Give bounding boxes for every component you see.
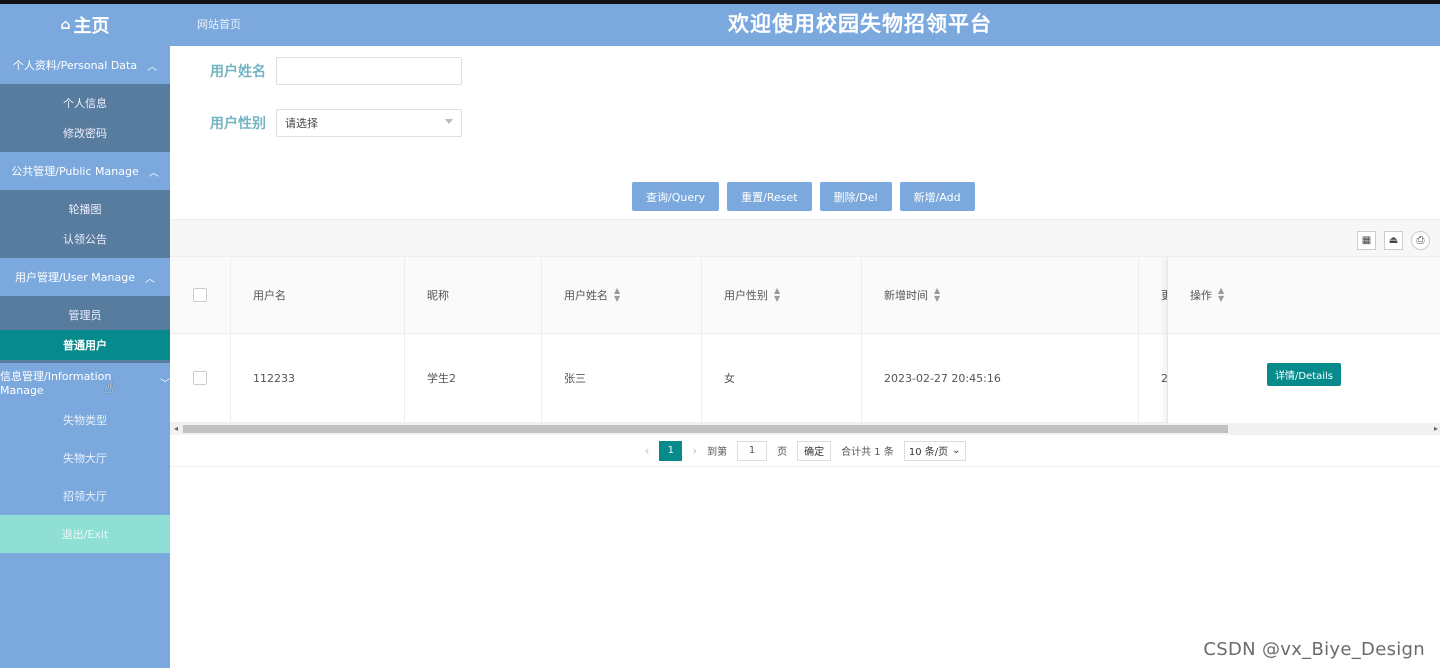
header-bar: ⌂ 主页 网站首页 欢迎使用校园失物招领平台 [0,4,1440,46]
cell-created: 2023-02-27 20:45:16 [862,334,1139,422]
menu-group-information[interactable]: 信息管理/Information Manage ﹀ [0,363,170,401]
exit-button[interactable]: 退出/Exit [0,515,170,553]
pagination: ‹ 1 › 到第 1 页 确定 合计共 1 条 10 条/页 ⌄ [170,435,1440,467]
header-checkbox-cell [170,257,231,333]
scroll-right-icon[interactable]: ▸ [1434,424,1438,433]
page-unit-label: 页 [777,447,788,458]
sidebar-item-admin[interactable]: 管理员 [0,300,170,330]
sidebar-item-claim-notice[interactable]: 认领公告 [0,224,170,254]
total-count: 合计共 1 条 [841,447,894,458]
cell-nickname: 学生2 [405,334,542,422]
scrollbar-thumb[interactable] [183,425,1228,433]
goto-label: 到第 [707,447,728,458]
gender-filter-row: 用户性别 请选择 [210,109,462,137]
name-filter-input[interactable] [276,57,462,85]
column-header-created[interactable]: 新增时间 ▲ ▼ [862,257,1139,333]
caret-down-icon [445,119,453,124]
name-filter-row: 用户姓名 [210,57,462,85]
chevron-up-icon: ︿ [148,167,159,179]
table-toolbar: ▦ ⏏ ⎙ [170,219,1440,257]
chevron-up-icon: ︿ [147,61,158,73]
gender-select[interactable]: 请选择 [276,109,462,137]
home-icon: ⌂ [60,17,71,33]
sort-icon[interactable]: ▲ ▼ [774,287,780,303]
add-button[interactable]: 新增/Add [899,182,975,211]
reset-button[interactable]: 重置/Reset [727,182,812,211]
sort-icon[interactable]: ▲ ▼ [1218,287,1224,303]
sort-icon[interactable]: ▲ ▼ [614,287,620,303]
goto-confirm-button[interactable]: 确定 [797,440,832,461]
row-checkbox-cell [170,334,231,422]
next-page-icon[interactable]: › [692,444,697,458]
home-label: 主页 [73,16,110,37]
menu-group-user[interactable]: 用户管理/User Manage ︿ [0,258,170,296]
name-filter-label: 用户姓名 [210,64,266,80]
column-header-nickname[interactable]: 昵称 [405,257,542,333]
scroll-left-icon[interactable]: ◂ [174,424,178,433]
column-header-username[interactable]: 用户名 [231,257,405,333]
watermark: CSDN @vx_Biye_Design [1203,639,1425,660]
sidebar-item-found-hall[interactable]: 招领大厅 [0,477,170,515]
row-checkbox[interactable] [193,371,207,385]
operation-cell: 详情/Details [1168,334,1440,423]
column-header-operation[interactable]: 操作 ▲ ▼ [1168,257,1440,334]
chevron-down-icon: ﹀ [160,378,170,390]
column-header-name[interactable]: 用户姓名 ▲ ▼ [542,257,702,333]
chevron-down-icon: ⌄ [952,445,961,456]
select-all-checkbox[interactable] [193,288,207,302]
page-size-select[interactable]: 10 条/页 ⌄ [903,440,966,461]
delete-button[interactable]: 删除/Del [819,182,892,211]
goto-page-input[interactable]: 1 [737,440,768,461]
hand-cursor-icon: ☝ [104,378,114,397]
fixed-operation-column: 操作 ▲ ▼ 详情/Details [1167,257,1440,423]
cell-username: 112233 [231,334,405,422]
submenu-public: 轮播图 认领公告 [0,190,170,258]
sort-icon[interactable]: ▲ ▼ [934,287,940,303]
breadcrumb[interactable]: 网站首页 [197,16,241,32]
submenu-personal: 个人信息 修改密码 [0,84,170,152]
column-header-gender[interactable]: 用户性别 ▲ ▼ [702,257,862,333]
columns-filter-icon[interactable]: ▦ [1357,231,1376,250]
gender-filter-label: 用户性别 [210,116,266,132]
gender-select-placeholder: 请选择 [285,117,318,130]
sidebar-item-lost-hall[interactable]: 失物大厅 [0,439,170,477]
cell-gender: 女 [702,334,862,422]
main-content: 用户姓名 用户性别 请选择 查询/Query 重置/Reset 删除/Del 新… [170,46,1440,668]
user-table: 用户名 昵称 用户姓名▲▼ 用户性别▲▼ 新增时间▲▼ 更 112233 学生2… [170,257,1440,423]
details-button[interactable]: 详情/Details [1266,363,1342,386]
sidebar-item-normal-user[interactable]: 普通用户 [0,330,170,360]
menu-group-public[interactable]: 公共管理/Public Manage ︿ [0,152,170,190]
horizontal-scrollbar[interactable]: ◂ ▸ [170,423,1440,435]
sidebar-item-change-password[interactable]: 修改密码 [0,118,170,148]
chevron-up-icon: ︿ [144,273,155,285]
home-link[interactable]: ⌂ 主页 [0,4,170,46]
prev-page-icon[interactable]: ‹ [644,444,649,458]
cell-name: 张三 [542,334,702,422]
sidebar-item-lost-type[interactable]: 失物类型 [0,401,170,439]
export-icon[interactable]: ⏏ [1384,231,1403,250]
sidebar-item-profile[interactable]: 个人信息 [0,88,170,118]
sidebar: 个人资料/Personal Data ︿ 个人信息 修改密码 公共管理/Publi… [0,46,170,668]
print-icon[interactable]: ⎙ [1411,231,1430,250]
submenu-user: 管理员 普通用户 [0,296,170,360]
menu-group-personal[interactable]: 个人资料/Personal Data ︿ [0,46,170,84]
page-number-current[interactable]: 1 [659,440,683,461]
query-button[interactable]: 查询/Query [632,182,720,211]
action-buttons: 查询/Query 重置/Reset 删除/Del 新增/Add [632,182,975,211]
sidebar-item-carousel[interactable]: 轮播图 [0,194,170,224]
